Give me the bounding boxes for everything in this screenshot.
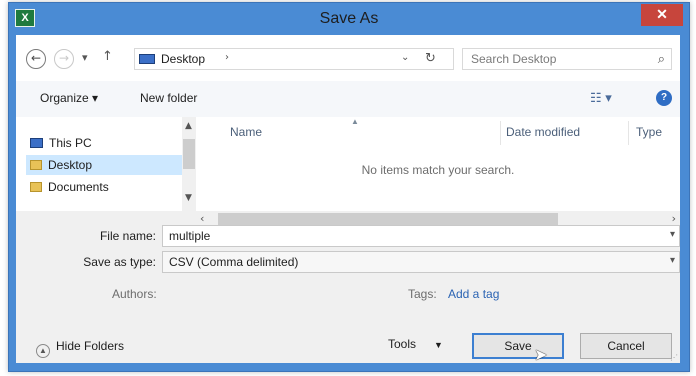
forward-arrow-icon[interactable]: →	[54, 49, 74, 69]
nav-item-desktop[interactable]: Desktop	[26, 155, 182, 175]
address-dropdown-icon[interactable]: ⌄	[401, 52, 409, 63]
help-icon[interactable]: ?	[656, 90, 672, 106]
view-options-icon[interactable]: ☷ ▾	[590, 90, 612, 106]
mouse-cursor-icon: ➤	[534, 345, 548, 364]
address-bar[interactable]: Desktop › ⌄ ↻	[134, 48, 454, 70]
scroll-up-icon[interactable]: ▲	[185, 121, 192, 131]
search-input[interactable]: Search Desktop ⌕	[462, 48, 672, 70]
new-folder-button[interactable]: New folder	[140, 91, 197, 105]
command-toolbar: Organize ▾ New folder ☷ ▾ ?	[16, 81, 680, 118]
scroll-left-icon[interactable]: ‹	[200, 212, 204, 225]
chevron-down-icon[interactable]: ▾	[670, 255, 675, 266]
nav-item-documents[interactable]: Documents	[30, 177, 109, 197]
scroll-down-icon[interactable]: ▼	[185, 193, 192, 203]
nav-item-this-pc[interactable]: This PC	[30, 133, 92, 153]
tools-label: Tools	[388, 337, 417, 351]
nav-item-label: Desktop	[48, 158, 93, 172]
scroll-thumb[interactable]	[183, 139, 195, 169]
save-as-dialog: X Save As ✕ ← → ▾ ↑ Desktop › ⌄ ↻ Search…	[8, 2, 690, 372]
desktop-icon	[139, 54, 155, 64]
chevron-down-icon: ▼	[434, 340, 443, 350]
folder-icon	[30, 160, 42, 170]
scroll-right-icon[interactable]: ›	[672, 212, 676, 225]
up-arrow-icon[interactable]: ↑	[102, 49, 113, 64]
authors-label: Authors:	[112, 287, 157, 301]
tags-label: Tags:	[408, 287, 437, 301]
file-name-value[interactable]: multiple	[169, 229, 210, 243]
column-divider[interactable]	[500, 121, 501, 145]
save-type-value[interactable]: CSV (Comma delimited)	[169, 255, 298, 269]
save-type-label: Save as type:	[83, 255, 156, 269]
hide-folders-label: Hide Folders	[56, 339, 125, 353]
file-name-label: File name:	[99, 229, 156, 243]
back-arrow-icon[interactable]: ←	[26, 49, 46, 69]
close-button[interactable]: ✕	[641, 4, 683, 26]
address-row: ← → ▾ ↑ Desktop › ⌄ ↻ Search Desktop ⌕	[16, 35, 680, 82]
file-name-field[interactable]: multiple ▾	[162, 225, 680, 247]
dialog-body: ← → ▾ ↑ Desktop › ⌄ ↻ Search Desktop ⌕ O…	[16, 35, 680, 364]
column-header-type[interactable]: Type	[636, 125, 662, 139]
search-icon[interactable]: ⌕	[658, 51, 665, 67]
sort-caret-icon: ▲	[351, 117, 359, 126]
cancel-button[interactable]: Cancel	[580, 333, 672, 359]
chevron-down-icon[interactable]: ▾	[82, 51, 88, 64]
nav-pane-scrollbar[interactable]: ▲ ▼	[182, 117, 196, 211]
dialog-title: Save As	[319, 10, 379, 27]
address-location[interactable]: Desktop	[161, 52, 205, 66]
refresh-icon[interactable]: ↻	[425, 51, 436, 66]
file-list: ▲ Name Date modified Type No items match…	[196, 117, 680, 211]
column-divider[interactable]	[628, 121, 629, 145]
column-header-name[interactable]: Name	[230, 125, 262, 139]
scroll-thumb[interactable]	[218, 213, 558, 225]
column-header-date-modified[interactable]: Date modified	[506, 125, 580, 139]
computer-icon	[30, 138, 43, 148]
save-type-select[interactable]: CSV (Comma delimited) ▾	[162, 251, 680, 273]
nav-item-label: Documents	[48, 180, 109, 194]
chevron-down-icon[interactable]: ▾	[670, 229, 675, 240]
empty-message: No items match your search.	[361, 163, 515, 177]
nav-item-label: This PC	[49, 136, 92, 150]
save-button[interactable]: Save	[472, 333, 564, 359]
organize-button[interactable]: Organize ▾	[40, 91, 98, 105]
folder-icon	[30, 182, 42, 192]
tools-button[interactable]: Tools ▼	[388, 337, 443, 351]
chevron-up-icon: ▲	[36, 344, 50, 358]
add-tag-link[interactable]: Add a tag	[448, 287, 499, 301]
navigation-pane: This PC Desktop Documents	[16, 117, 196, 211]
resize-grip-icon[interactable]: ⋰	[670, 353, 678, 362]
title-bar[interactable]: X Save As ✕	[9, 3, 689, 35]
hide-folders-button[interactable]: ▲ Hide Folders	[36, 339, 124, 358]
search-placeholder: Search Desktop	[471, 52, 557, 66]
breadcrumb-chevron-icon[interactable]: ›	[225, 52, 229, 63]
